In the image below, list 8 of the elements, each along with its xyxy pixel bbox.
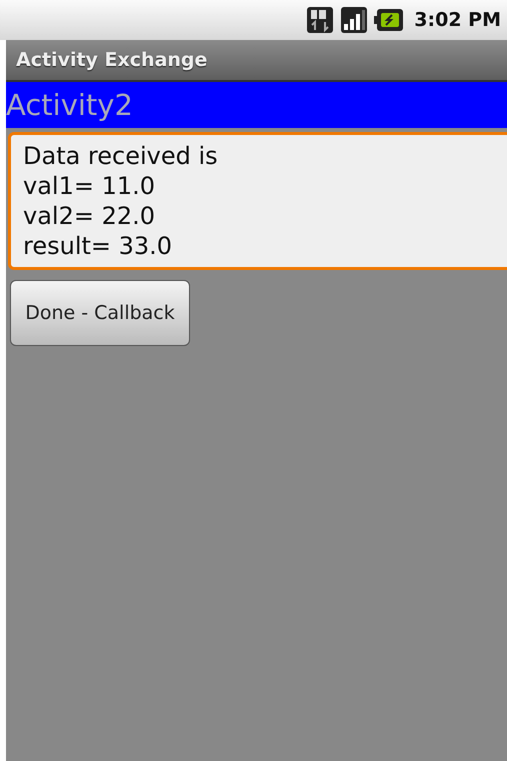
signal-icon [340,6,368,34]
battery-charging-icon [374,8,404,32]
header-text: Activity2 [6,88,133,122]
done-button[interactable]: Done - Callback [10,280,190,346]
network-3g-icon [306,6,334,34]
status-time: 3:02 PM [414,9,501,31]
app-title: Activity Exchange [16,49,208,71]
text-field[interactable]: Data received is val1= 11.0 val2= 22.0 result= 33.0 [8,132,507,270]
